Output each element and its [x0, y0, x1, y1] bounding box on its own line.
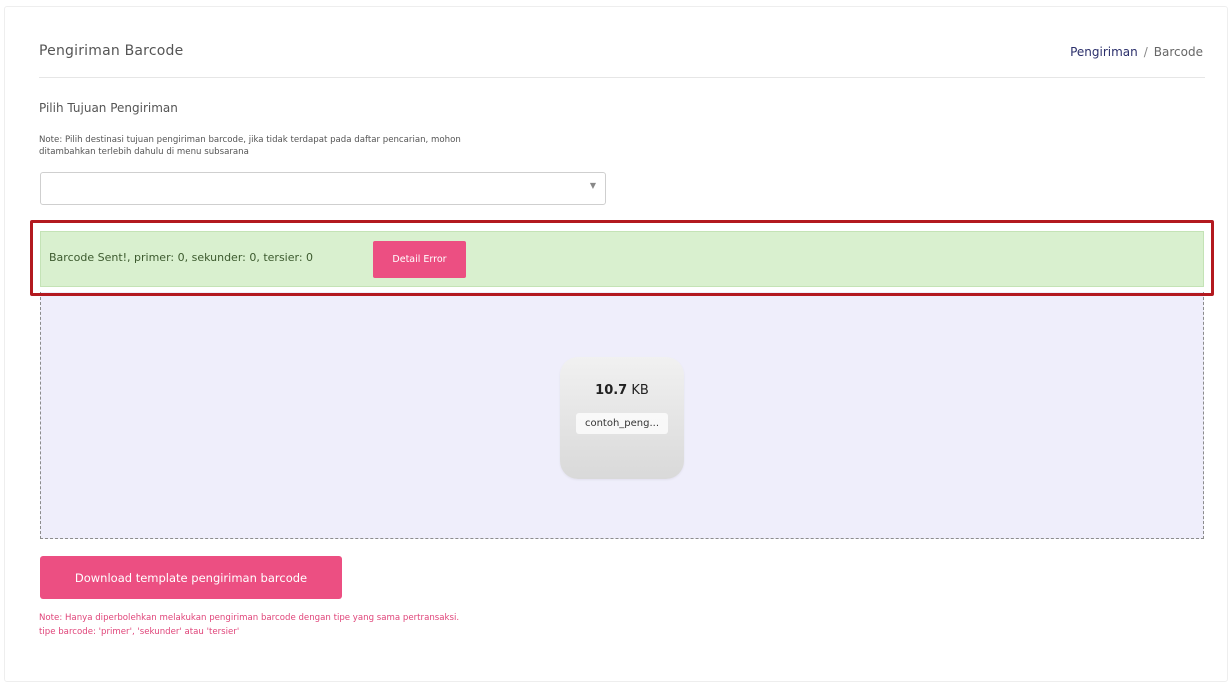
breadcrumb-item-barcode: Barcode: [1153, 45, 1203, 59]
alert-highlight-frame: [30, 220, 1214, 296]
file-size: 10.7 KB: [560, 383, 684, 398]
destination-note-line-1: Note: Pilih destinasi tujuan pengiriman …: [39, 135, 461, 145]
download-template-button[interactable]: Download template pengiriman barcode: [40, 556, 342, 599]
file-preview[interactable]: 10.7 KB contoh_peng...: [560, 357, 684, 479]
destination-select[interactable]: ▼: [40, 172, 606, 205]
file-name: contoh_peng...: [576, 413, 668, 434]
barcode-type-note-line-2: tipe barcode: 'primer', 'sekunder' atau …: [39, 627, 240, 637]
breadcrumb-separator: /: [1143, 45, 1148, 59]
page-header: Pengiriman Barcode Pengiriman / Barcode: [39, 34, 1205, 78]
destination-label: Pilih Tujuan Pengiriman: [39, 101, 178, 115]
barcode-type-note: Note: Hanya diperbolehkan melakukan peng…: [39, 611, 639, 639]
file-size-unit: KB: [631, 383, 649, 398]
chevron-down-icon: ▼: [589, 181, 596, 190]
destination-note: Note: Pilih destinasi tujuan pengiriman …: [39, 134, 599, 158]
breadcrumb: Pengiriman / Barcode: [1070, 45, 1203, 59]
file-size-value: 10.7: [595, 383, 628, 398]
page-title: Pengiriman Barcode: [39, 43, 184, 59]
breadcrumb-item-pengiriman[interactable]: Pengiriman: [1070, 45, 1138, 59]
destination-note-line-2: ditambahkan terlebih dahulu di menu subs…: [39, 147, 249, 157]
barcode-type-note-line-1: Note: Hanya diperbolehkan melakukan peng…: [39, 613, 460, 623]
